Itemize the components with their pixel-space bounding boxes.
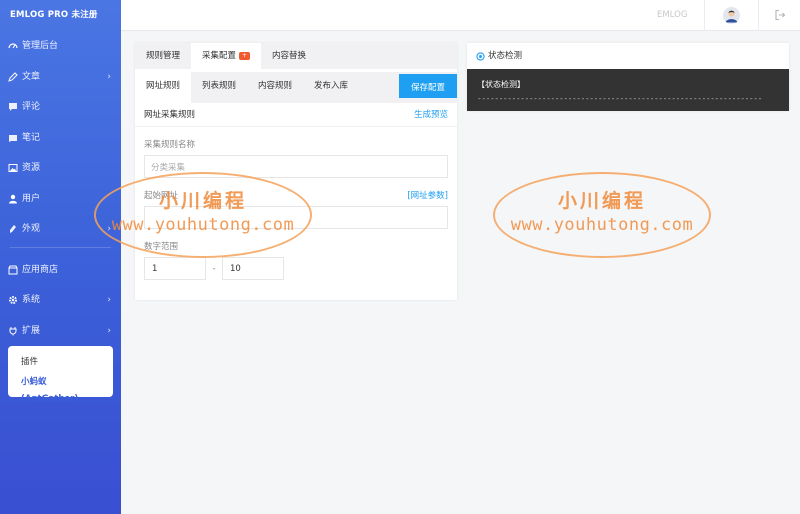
chevron-right-icon: › <box>107 71 111 82</box>
number-range-label: 数字范围 <box>144 240 457 252</box>
rule-name-input[interactable] <box>144 155 448 178</box>
tab-label: 内容替换 <box>272 51 307 61</box>
tab-content-rules[interactable]: 内容规则 <box>247 72 303 103</box>
watermark-text: 小川编程 <box>557 190 646 212</box>
sub-tabs: 网址规则 列表规则 内容规则 发布入库 保存配置 <box>135 72 457 103</box>
chevron-right-icon: › <box>107 325 111 336</box>
sidebar-item-label: 评论 <box>22 102 41 112</box>
section-title: 网址采集规则 <box>144 110 196 120</box>
tab-label: 规则管理 <box>146 51 181 61</box>
sidebar-item-label: 文章 <box>22 71 41 82</box>
top-home-link[interactable]: EMLOG <box>657 0 687 31</box>
sidebar-item-label: 系统 <box>22 295 41 305</box>
submenu-item-antgather[interactable]: 小蚂蚁(AntGather) <box>21 374 100 404</box>
logout-icon[interactable] <box>774 9 786 21</box>
main-tabs: 规则管理 采集配置 + 内容替换 <box>135 43 457 69</box>
status-header: 状态检测 <box>467 43 789 69</box>
range-end-input[interactable] <box>222 257 284 280</box>
section-header: 网址采集规则 生成预览 <box>135 103 457 127</box>
top-divider <box>704 0 705 31</box>
start-url-input[interactable] <box>144 206 448 229</box>
store-icon <box>8 265 18 275</box>
sidebar-item-dashboard[interactable]: 管理后台 <box>0 31 121 62</box>
status-title: 状态检测 <box>488 51 523 61</box>
note-icon <box>8 133 18 143</box>
comment-icon <box>8 102 18 112</box>
sidebar-item-label: 应用商店 <box>22 264 59 275</box>
url-params-link[interactable]: [网址参数] <box>407 189 448 201</box>
sidebar-item-label: 外观 <box>22 224 41 234</box>
gear-icon <box>8 295 18 305</box>
watermark-url: www.youhutong.com <box>510 215 694 235</box>
tab-list-rules[interactable]: 列表规则 <box>191 72 247 103</box>
user-icon <box>8 194 18 204</box>
console-line: 【状态检测】 <box>477 80 525 89</box>
sidebar-item-users[interactable]: 用户 <box>0 184 121 215</box>
brand-title: EMLOG PRO 未注册 <box>10 10 98 20</box>
sidebar-item-label: 资源 <box>22 163 41 173</box>
circle-icon <box>476 51 485 61</box>
submenu-item-plugins[interactable]: 插件 <box>21 354 100 374</box>
brush-icon <box>8 224 18 234</box>
sidebar-item-label: 管理后台 <box>22 41 59 51</box>
chevron-right-icon: › <box>107 295 111 305</box>
sidebar-item-comments[interactable]: 评论 <box>0 92 121 123</box>
dashboard-icon <box>8 41 18 51</box>
tab-badge: + <box>239 52 251 60</box>
sidebar-item-resources[interactable]: 资源 <box>0 153 121 184</box>
chevron-right-icon: › <box>107 224 111 234</box>
sidebar-item-system[interactable]: 系统 › <box>0 285 121 316</box>
sidebar-item-appearance[interactable]: 外观 › <box>0 214 121 245</box>
collect-config-card: 规则管理 采集配置 + 内容替换 网址规则 列表规则 内容规则 发布入库 保存配置… <box>135 43 457 300</box>
field-label-text: 起始网址 <box>144 191 179 201</box>
field-label-text: 数字范围 <box>144 242 179 252</box>
sidebar-item-label: 扩展 <box>22 325 41 336</box>
sidebar-item-app-store[interactable]: 应用商店 <box>0 255 121 286</box>
sidebar-item-extensions[interactable]: 扩展 › <box>0 316 121 347</box>
watermark-stamp: 小川编程 www.youhutong.com <box>493 172 711 258</box>
image-icon <box>8 163 18 173</box>
start-url-label: 起始网址 [网址参数] <box>144 189 457 201</box>
extensions-submenu: 插件 小蚂蚁(AntGather) <box>8 346 113 404</box>
number-range-row: - <box>144 257 457 280</box>
status-console: 【状态检测】 ---------------------------------… <box>467 69 789 111</box>
sidebar: EMLOG PRO 未注册 管理后台 文章 › 评论 笔记 资源 用户 外观 ›… <box>0 0 121 514</box>
topbar: EMLOG <box>121 0 800 31</box>
tab-url-rules[interactable]: 网址规则 <box>135 72 192 103</box>
tab-content-replace[interactable]: 内容替换 <box>261 43 317 69</box>
sidebar-item-articles[interactable]: 文章 › <box>0 62 121 93</box>
status-check-card: 状态检测 【状态检测】 ----------------------------… <box>467 43 789 111</box>
sidebar-item-label: 用户 <box>22 193 41 204</box>
sidebar-item-label: 笔记 <box>22 132 41 143</box>
tab-label: 采集配置 <box>202 51 237 61</box>
tab-collect-config[interactable]: 采集配置 + <box>191 43 262 69</box>
avatar-icon[interactable] <box>723 7 740 24</box>
field-label-text: 采集规则名称 <box>144 140 196 150</box>
tab-publish[interactable]: 发布入库 <box>303 72 359 103</box>
pencil-icon <box>8 72 18 82</box>
plug-icon <box>8 326 18 336</box>
range-start-input[interactable] <box>144 257 206 280</box>
sidebar-item-notes[interactable]: 笔记 <box>0 123 121 154</box>
console-divider-line: ----------------------------------------… <box>477 94 762 103</box>
rule-name-label: 采集规则名称 <box>144 138 457 150</box>
top-divider <box>758 0 759 31</box>
tab-rule-management[interactable]: 规则管理 <box>135 43 191 69</box>
save-config-button[interactable]: 保存配置 <box>399 74 457 98</box>
range-separator: - <box>212 263 216 274</box>
generate-preview-link[interactable]: 生成预览 <box>414 103 448 127</box>
sidebar-divider <box>10 246 111 248</box>
